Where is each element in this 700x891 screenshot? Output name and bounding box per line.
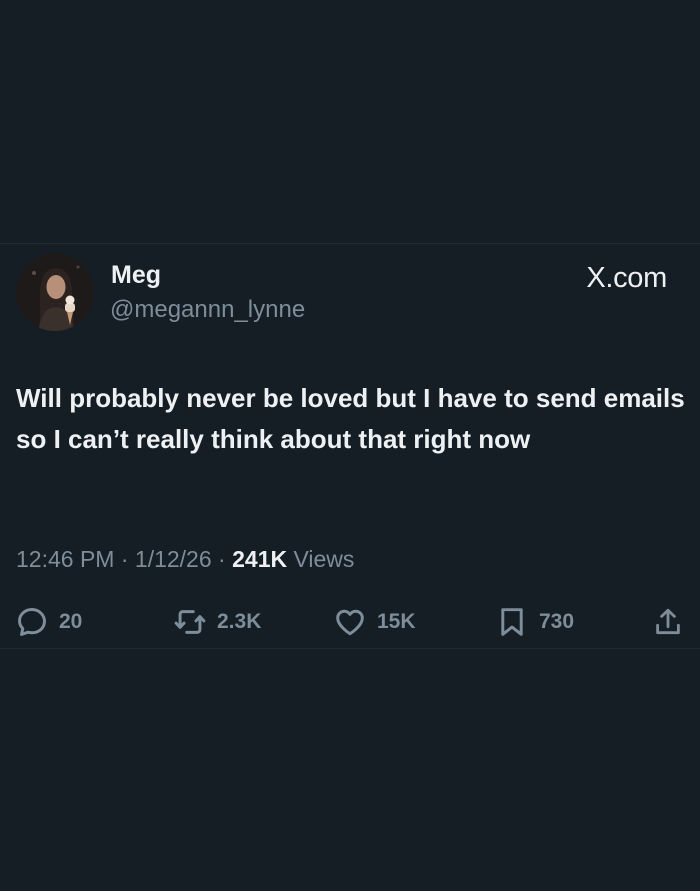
- reply-button[interactable]: 20: [15, 602, 82, 642]
- bookmark-button[interactable]: 730: [495, 602, 574, 642]
- like-count: 15K: [377, 610, 416, 633]
- tweet-card: Meg @megannn_lynne X.com Will probably n…: [0, 243, 700, 649]
- share-button[interactable]: [652, 602, 684, 642]
- tweet-time[interactable]: 12:46 PM: [16, 546, 114, 572]
- avatar[interactable]: [16, 253, 94, 331]
- views-label: Views: [293, 546, 355, 572]
- like-button[interactable]: 15K: [333, 602, 416, 642]
- retweet-icon: [174, 610, 206, 634]
- retweet-count: 2.3K: [217, 610, 262, 633]
- heart-icon: [336, 609, 364, 636]
- share-icon: [656, 608, 680, 635]
- meta-separator: ·: [218, 546, 226, 572]
- avatar-image: [16, 253, 94, 331]
- author-display-name[interactable]: Meg: [111, 261, 161, 290]
- action-bar: 20 2.3K 15K 730: [0, 602, 700, 642]
- reply-icon: [18, 608, 46, 636]
- meta-separator: ·: [120, 546, 129, 572]
- bookmark-icon: [501, 608, 523, 636]
- author-handle[interactable]: @megannn_lynne: [110, 296, 305, 324]
- retweet-button[interactable]: 2.3K: [173, 602, 261, 642]
- bookmark-count: 730: [539, 610, 575, 633]
- tweet-meta: 12:46 PM · 1/12/26 · 241K Views: [16, 546, 354, 573]
- reply-count: 20: [59, 610, 83, 633]
- tweet-text: Will probably never be loved but I have …: [16, 383, 685, 454]
- tweet-date[interactable]: 1/12/26: [135, 546, 212, 572]
- views-count: 241K: [232, 546, 288, 572]
- brand-logo-text: X.com: [586, 262, 667, 294]
